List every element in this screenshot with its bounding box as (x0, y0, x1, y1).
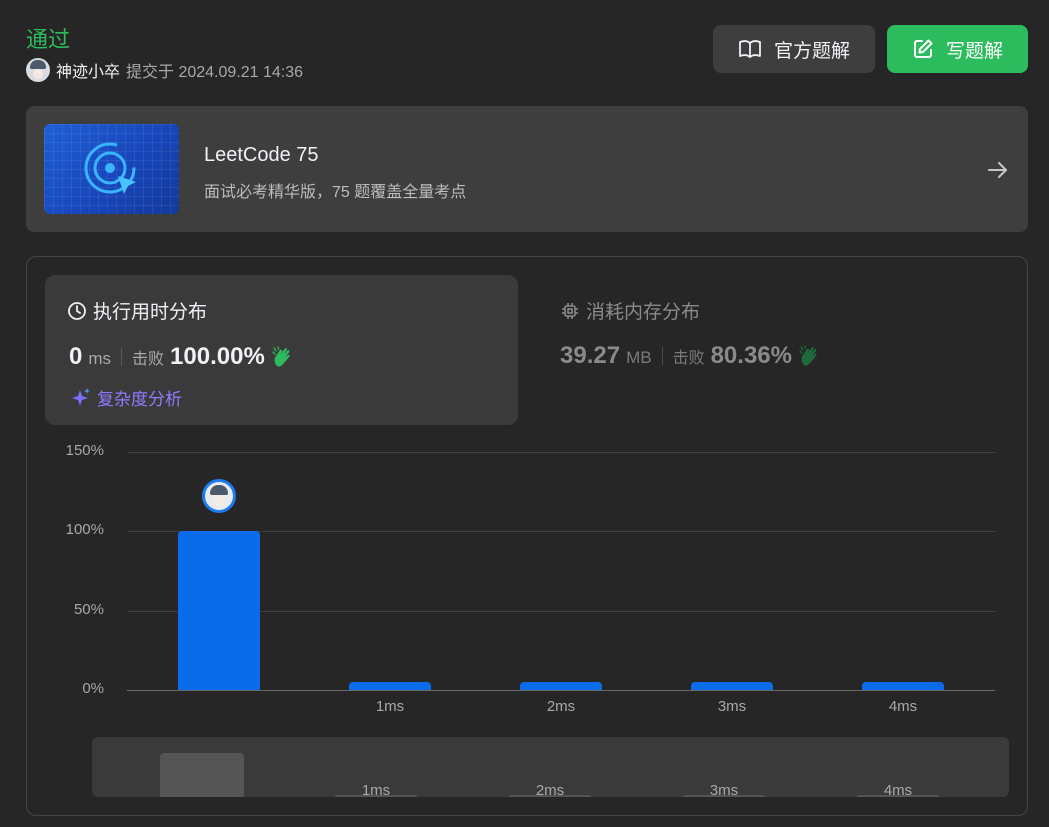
author-avatar[interactable] (26, 58, 50, 82)
clock-icon (68, 301, 86, 320)
memory-unit: MB (626, 348, 652, 367)
clap-icon (799, 345, 817, 366)
runtime-title-text: 执行用时分布 (93, 302, 208, 323)
runtime-stats: 0 ms 击败 100.00% (69, 343, 293, 371)
overview-tick-label: 4ms (883, 782, 913, 797)
chart-bar[interactable] (349, 682, 431, 690)
complexity-analysis-link[interactable]: 复杂度分析 (69, 385, 182, 410)
leetcode75-banner[interactable]: LeetCode 75 面试必考精华版，75 题覆盖全量考点 (26, 106, 1028, 232)
official-solution-button[interactable]: 官方题解 (713, 25, 875, 73)
submit-time: 提交于 2024.09.21 14:36 (126, 64, 304, 81)
official-solution-label: 官方题解 (773, 40, 850, 62)
chart-bar[interactable] (178, 531, 260, 690)
chip-icon (562, 302, 578, 319)
write-solution-button[interactable]: 写题解 (887, 25, 1028, 73)
runtime-card[interactable]: 执行用时分布 0 ms 击败 100.00% 复杂度分析 (45, 275, 518, 425)
clap-icon (272, 346, 290, 367)
complexity-analysis-label: 复杂度分析 (97, 390, 182, 409)
chart-overview-brush[interactable]: 1ms 2ms 3ms 4ms (92, 737, 1009, 797)
write-solution-label: 写题解 (945, 40, 1003, 62)
runtime-unit: ms (88, 349, 112, 368)
divider (121, 348, 123, 366)
overview-tick-label: 1ms (361, 782, 391, 797)
runtime-beat-value: 100.00% (170, 343, 265, 370)
runtime-value: 0 (69, 343, 83, 370)
overview-tick-label: 2ms (535, 782, 565, 797)
memory-tab[interactable]: 消耗内存分布 (560, 297, 700, 324)
overview-bar (160, 753, 244, 797)
chart-bar[interactable] (520, 682, 602, 690)
memory-title: 消耗内存分布 (586, 302, 701, 323)
memory-beat-label: 击败 (672, 350, 705, 367)
edit-icon (913, 39, 933, 58)
overview-tick-label: 3ms (709, 782, 739, 797)
memory-value: 39.27 (560, 342, 621, 369)
chart-bar[interactable] (691, 682, 773, 690)
banner-subtitle: 面试必考精华版，75 题覆盖全量考点 (204, 184, 467, 201)
status-label: 通过 (26, 27, 71, 52)
runtime-beat-label: 击败 (132, 351, 165, 368)
chart-bar[interactable] (862, 682, 944, 690)
author-row: 神迹小卒 提交于 2024.09.21 14:36 (26, 58, 303, 82)
arrow-right-icon[interactable] (986, 158, 1010, 182)
memory-beat-value: 80.36% (710, 342, 792, 369)
runtime-title: 执行用时分布 (67, 297, 207, 324)
memory-stats: 39.27 MB 击败 80.36% (560, 342, 820, 370)
divider (661, 347, 663, 365)
sparkle-icon (72, 387, 90, 406)
book-open-icon (739, 40, 761, 58)
study-plan-image (44, 124, 179, 214)
author-name[interactable]: 神迹小卒 (56, 58, 120, 82)
banner-title: LeetCode 75 (204, 144, 319, 166)
target-cursor-icon (84, 142, 136, 194)
